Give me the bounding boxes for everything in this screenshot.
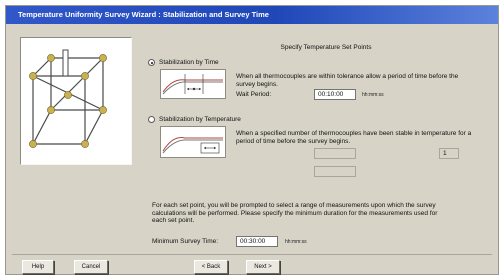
sensor-node-icon (29, 140, 37, 148)
stabilization-time-option[interactable]: Stabilization by Time (148, 59, 219, 66)
stable-duration-input (314, 148, 356, 159)
sensor-node-icon (99, 54, 107, 62)
minimum-survey-time-unit: hh:mm:ss (285, 239, 307, 245)
back-button[interactable]: < Back (194, 260, 228, 274)
sensor-node-icon (47, 106, 55, 114)
minimum-survey-time-input[interactable]: 00:30:00 (236, 236, 278, 247)
temp-description: When a specified number of thermocouples… (236, 130, 472, 145)
wizard-window: Temperature Uniformity Survey Wizard : S… (5, 5, 499, 275)
sensor-node-icon (81, 72, 89, 80)
temp-stabilization-graph (160, 126, 226, 158)
wait-period-input[interactable]: 00:10:00 (314, 89, 356, 100)
window-title: Temperature Uniformity Survey Wizard : S… (6, 6, 498, 24)
stabilization-temp-label: Stabilization by Temperature (159, 116, 241, 123)
stabilization-time-radio[interactable] (148, 59, 155, 66)
cancel-button[interactable]: Cancel (74, 260, 108, 274)
stabilization-curve-icon (162, 74, 223, 95)
sensor-node-icon (29, 72, 37, 80)
button-separator (12, 254, 492, 255)
sensor-node-icon (64, 91, 72, 99)
sensor-node-icon (99, 106, 107, 114)
stabilization-time-label: Stabilization by Time (159, 59, 219, 66)
survey-note: For each set point, you will be prompted… (152, 202, 438, 224)
time-description: When all thermocouples are within tolera… (236, 73, 459, 88)
cube-diagram (29, 49, 107, 148)
time-stabilization-graph (160, 69, 226, 99)
sensor-node-icon (81, 140, 89, 148)
stable-tolerance-input (314, 166, 356, 177)
stabilization-temp-option[interactable]: Stabilization by Temperature (148, 116, 241, 123)
sensor-node-icon (47, 54, 55, 62)
stabilization-curve-icon (162, 137, 223, 154)
set-points-heading: Specify Temperature Set Points (280, 44, 372, 51)
wait-period-unit: hh:mm:ss (362, 92, 384, 98)
next-button[interactable]: Next > (246, 260, 280, 274)
minimum-survey-time-label: Minimum Survey Time: (152, 238, 219, 245)
help-button[interactable]: Help (22, 260, 54, 274)
stabilization-temp-radio[interactable] (148, 116, 155, 123)
wait-period-label: Wait Period: (236, 91, 272, 98)
illustration-panel (20, 37, 132, 165)
stable-count-input: 1 (439, 148, 459, 159)
